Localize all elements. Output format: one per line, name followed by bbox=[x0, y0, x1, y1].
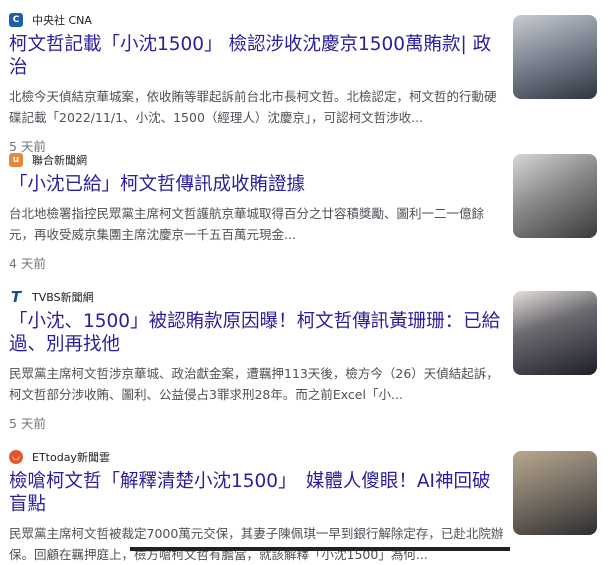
source-row: u 聯合新聞網 bbox=[9, 151, 504, 169]
source-row: C 中央社 CNA bbox=[9, 11, 504, 29]
article-thumbnail[interactable] bbox=[513, 154, 597, 238]
tvbs-logo-icon: T bbox=[10, 288, 22, 306]
article-snippet: 台北地檢署指控民眾黨主席柯文哲護航京華城取得百分之廿容積獎勵、圖利一二一億餘元，… bbox=[9, 206, 485, 242]
article-title-link[interactable]: 「小沈已給」柯文哲傳訊成收賄證據 bbox=[9, 173, 504, 196]
article-title-link[interactable]: 「小沈、1500」被認賄款原因曝！柯文哲傳訊黃珊珊：已給過、別再找他 bbox=[9, 310, 504, 356]
article-title-link[interactable]: 柯文哲記載「小沈1500」 檢認涉收沈慶京1500萬賄款| 政治 bbox=[9, 33, 504, 79]
news-article[interactable]: C 中央社 CNA 柯文哲記載「小沈1500」 檢認涉收沈慶京1500萬賄款| … bbox=[9, 11, 504, 155]
source-name: 聯合新聞網 bbox=[32, 154, 87, 167]
source-row: ◡ ETtoday新聞雲 bbox=[9, 448, 504, 466]
article-thumbnail[interactable] bbox=[513, 291, 597, 375]
news-article[interactable]: u 聯合新聞網 「小沈已給」柯文哲傳訊成收賄證據 台北地檢署指控民眾黨主席柯文哲… bbox=[9, 151, 504, 272]
bottom-overlay-bar bbox=[130, 547, 510, 551]
ettoday-logo-icon: ◡ bbox=[9, 450, 23, 464]
article-snippet: 民眾黨主席柯文哲涉京華城、政治獻金案，遭羈押113天後，檢方今（26）天偵結起訴… bbox=[9, 366, 499, 402]
source-row: T TVBS新聞網 bbox=[9, 288, 504, 306]
source-name: 中央社 CNA bbox=[32, 14, 92, 27]
source-name: ETtoday新聞雲 bbox=[32, 451, 110, 464]
article-time: 4 天前 bbox=[9, 256, 46, 271]
article-snippet: 民眾黨主席柯文哲被裁定7000萬元交保，其妻子陳佩琪一早到銀行解除定存，已赴北院… bbox=[9, 526, 504, 562]
cna-logo-icon: C bbox=[9, 13, 23, 27]
article-time: 5 天前 bbox=[9, 416, 46, 431]
udn-logo-icon: u bbox=[9, 153, 23, 167]
news-article[interactable]: T TVBS新聞網 「小沈、1500」被認賄款原因曝！柯文哲傳訊黃珊珊：已給過、… bbox=[9, 288, 504, 432]
article-title-link[interactable]: 檢嗆柯文哲「解釋清楚小沈1500」 媒體人傻眼！AI神回破盲點 bbox=[9, 470, 504, 516]
article-thumbnail[interactable] bbox=[513, 451, 597, 535]
source-name: TVBS新聞網 bbox=[32, 291, 94, 304]
article-snippet: 北檢今天偵結京華城案，依收賄等罪起訴前台北市長柯文哲。北檢認定，柯文哲的行動硬碟… bbox=[9, 89, 497, 125]
article-thumbnail[interactable] bbox=[513, 15, 597, 99]
